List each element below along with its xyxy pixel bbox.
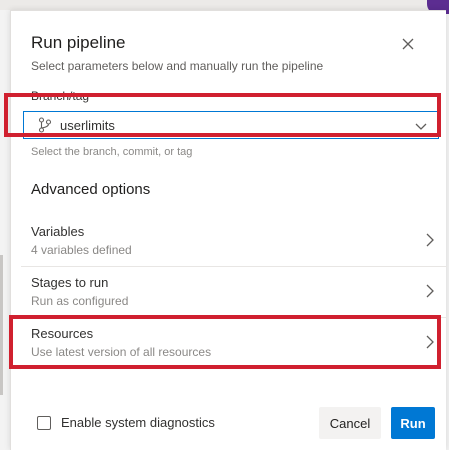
- variables-subtitle: 4 variables defined: [31, 243, 132, 257]
- stages-title: Stages to run: [31, 275, 109, 290]
- diagnostics-checkbox[interactable]: [37, 415, 51, 430]
- branch-helper-text: Select the branch, commit, or tag: [31, 146, 193, 158]
- chevron-right-icon: [426, 284, 434, 298]
- system-diagnostics-toggle[interactable]: Enable system diagnostics: [37, 415, 215, 430]
- stages-subtitle: Run as configured: [31, 294, 129, 308]
- background-divider: [0, 255, 3, 395]
- variables-title: Variables: [31, 224, 85, 239]
- run-button[interactable]: Run: [391, 407, 435, 439]
- chevron-right-icon: [426, 233, 434, 247]
- dialog-title: Run pipeline: [31, 33, 126, 52]
- resources-highlight-box: [9, 315, 441, 369]
- run-pipeline-dialog: Run pipeline Select parameters below and…: [10, 10, 447, 450]
- stages-to-run-row[interactable]: Stages to run Run as configured: [21, 267, 447, 317]
- cancel-button[interactable]: Cancel: [319, 407, 381, 439]
- close-icon: [402, 38, 414, 50]
- variables-row[interactable]: Variables 4 variables defined: [21, 216, 447, 266]
- close-button[interactable]: [397, 33, 419, 55]
- diagnostics-label: Enable system diagnostics: [61, 415, 215, 430]
- branch-highlight-box: [4, 93, 441, 137]
- dialog-subtitle: Select parameters below and manually run…: [31, 59, 324, 73]
- advanced-options-heading: Advanced options: [31, 181, 151, 198]
- background-header: [0, 0, 449, 10]
